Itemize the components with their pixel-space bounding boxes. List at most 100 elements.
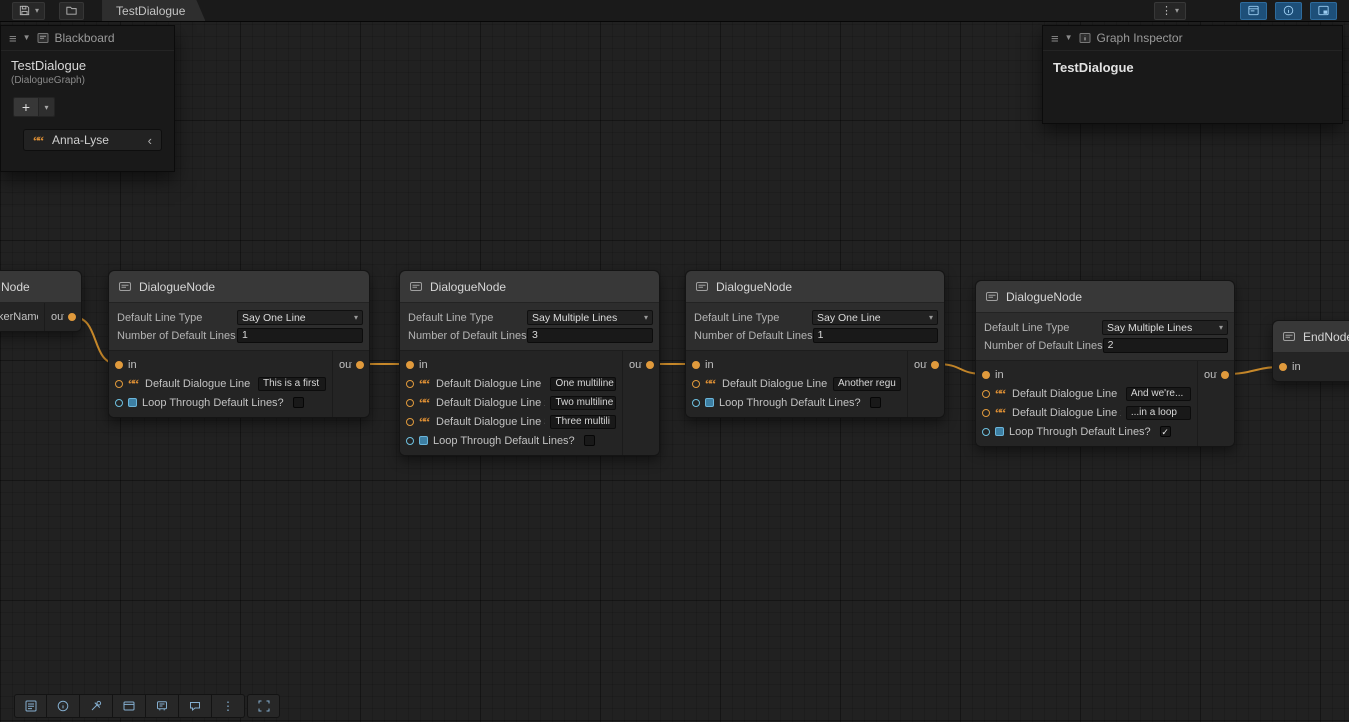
loop-checkbox[interactable]	[870, 397, 881, 408]
node-dialogue-node-2[interactable]: DialogueNodeDefault Line TypeSay Multipl…	[399, 270, 660, 456]
add-property-dropdown-icon[interactable]: ▾	[39, 97, 55, 117]
node-title-bar[interactable]: EndNode	[1273, 321, 1349, 353]
port-label: Default Dialogue Line 2	[1012, 407, 1121, 419]
collapse-arrow-icon[interactable]: ▼	[23, 34, 31, 42]
loop-checkbox[interactable]	[584, 435, 595, 446]
node-dialogue-node-4[interactable]: DialogueNode Default Line Type Say Multipl…	[975, 280, 1235, 447]
port-connector-icon[interactable]	[115, 361, 123, 369]
property-label: Number of Default Lines	[984, 340, 1103, 352]
node-speaker-node-partial[interactable]: NodekerNameout	[0, 270, 82, 332]
line-text-field[interactable]: ...in a loop	[1126, 406, 1191, 420]
port-label: Default Dialogue Line	[145, 378, 250, 390]
node-title-bar[interactable]: DialogueNode	[109, 271, 369, 303]
blackboard-property-row[interactable]: ““ Anna-Lyse ‹	[23, 129, 162, 151]
port-connector-icon[interactable]	[406, 437, 414, 445]
line-text-field[interactable]: One multiline	[550, 377, 616, 391]
input-port: in	[400, 355, 622, 374]
line-text-field[interactable]: Three multili	[550, 415, 616, 429]
port-connector-icon[interactable]	[1279, 363, 1287, 371]
save-options-chevron-icon[interactable]: ▾	[35, 7, 39, 15]
property-row: Number of Default Lines1	[694, 327, 938, 344]
port-connector-icon[interactable]	[982, 390, 990, 398]
number-field[interactable]: 2	[1103, 338, 1228, 353]
window-panel-button[interactable]	[113, 694, 146, 718]
port-connector-icon[interactable]	[982, 409, 990, 417]
port-connector-icon[interactable]	[1221, 371, 1229, 379]
overflow-menu-button[interactable]: ⋮ ▾	[1154, 2, 1186, 20]
port-connector-icon[interactable]	[692, 380, 700, 388]
frame-all-button[interactable]	[247, 694, 280, 718]
line-text-field[interactable]: And we're...	[1126, 387, 1191, 401]
console-panel-button[interactable]	[14, 694, 47, 718]
property-label: Default Line Type	[984, 322, 1069, 334]
tab-testdialogue[interactable]: TestDialogue	[102, 0, 205, 21]
node-title-bar[interactable]: Node	[0, 271, 81, 303]
enum-dropdown[interactable]: Say Multiple Lines▾	[1102, 320, 1228, 335]
board-icon	[155, 699, 169, 713]
node-properties: Default Line TypeSay One Line▾Number of …	[109, 303, 369, 351]
node-dialogue-node-3[interactable]: DialogueNodeDefault Line TypeSay One Lin…	[685, 270, 945, 418]
line-text-field[interactable]: Two multiline	[550, 396, 616, 410]
overlay-overflow-button[interactable]: ⋮	[212, 694, 245, 718]
line-text-field[interactable]: This is a first	[258, 377, 326, 391]
hamburger-icon[interactable]: ≡	[9, 32, 17, 45]
port-connector-icon[interactable]	[115, 380, 123, 388]
input-ports-column: in	[1273, 353, 1349, 381]
open-asset-button[interactable]	[59, 2, 84, 20]
port-connector-icon[interactable]	[982, 428, 990, 436]
port-connector-icon[interactable]	[406, 380, 414, 388]
port-connector-icon[interactable]	[982, 371, 990, 379]
enum-dropdown[interactable]: Say One Line▾	[237, 310, 363, 325]
minimap-toggle-button[interactable]	[1310, 2, 1337, 20]
port-connector-icon[interactable]	[646, 361, 654, 369]
collapse-arrow-icon[interactable]: ▼	[1065, 34, 1073, 42]
line-text-field[interactable]: Another regu	[833, 377, 901, 391]
loop-checkbox[interactable]: ✓	[1160, 426, 1171, 437]
port-connector-icon[interactable]	[692, 399, 700, 407]
tools-panel-button[interactable]	[80, 694, 113, 718]
node-end-node[interactable]: EndNodein	[1272, 320, 1349, 382]
port-connector-icon[interactable]	[692, 361, 700, 369]
blackboard-actions: + ▾	[1, 90, 174, 117]
board-panel-button[interactable]	[146, 694, 179, 718]
chevron-left-icon[interactable]: ‹	[148, 134, 152, 147]
node-properties: Default Line TypeSay Multiple Lines▾Numb…	[400, 303, 659, 351]
port-connector-icon[interactable]	[115, 399, 123, 407]
graph-inspector-header[interactable]: ≡ ▼ Graph Inspector	[1043, 26, 1342, 51]
chevron-down-icon: ▾	[644, 314, 648, 322]
node-title-bar[interactable]: DialogueNode	[976, 281, 1234, 313]
node-title-bar[interactable]: DialogueNode	[686, 271, 944, 303]
blackboard-panel[interactable]: ≡ ▼ Blackboard TestDialogue (DialogueGra…	[0, 25, 175, 172]
dropdown-value: Say One Line	[817, 312, 881, 324]
inspector-toggle-button[interactable]	[1275, 2, 1302, 20]
node-dialogue-node-1[interactable]: DialogueNodeDefault Line TypeSay One Lin…	[108, 270, 370, 418]
boolean-icon	[419, 436, 428, 445]
blackboard-toggle-button[interactable]	[1240, 2, 1267, 20]
number-field[interactable]: 1	[237, 328, 363, 343]
speech-panel-button[interactable]	[179, 694, 212, 718]
input-port: in	[976, 365, 1197, 384]
enum-dropdown[interactable]: Say Multiple Lines▾	[527, 310, 653, 325]
port-connector-icon[interactable]	[406, 399, 414, 407]
port-connector-icon[interactable]	[931, 361, 939, 369]
enum-dropdown[interactable]: Say One Line▾	[812, 310, 938, 325]
add-property-button[interactable]: +	[13, 97, 39, 117]
node-title-bar[interactable]: DialogueNode	[400, 271, 659, 303]
node-ports: in	[1273, 353, 1349, 381]
node-properties: Default Line TypeSay One Line▾Number of …	[686, 303, 944, 351]
port-connector-icon[interactable]	[68, 313, 76, 321]
port-connector-icon[interactable]	[406, 418, 414, 426]
hamburger-icon[interactable]: ≡	[1051, 32, 1059, 45]
port-connector-icon[interactable]	[356, 361, 364, 369]
number-field[interactable]: 1	[813, 328, 938, 343]
graph-inspector-panel[interactable]: ≡ ▼ Graph Inspector TestDialogue	[1042, 25, 1343, 124]
number-field[interactable]: 3	[527, 328, 653, 343]
blackboard-header[interactable]: ≡ ▼ Blackboard	[1, 26, 174, 51]
loop-checkbox[interactable]	[293, 397, 304, 408]
info-panel-button[interactable]	[47, 694, 80, 718]
node-type-icon	[695, 280, 709, 294]
save-button[interactable]: ▾	[12, 2, 45, 20]
input-port: kerName	[0, 307, 44, 326]
port-connector-icon[interactable]	[406, 361, 414, 369]
property-row: Number of Default Lines1	[117, 327, 363, 344]
